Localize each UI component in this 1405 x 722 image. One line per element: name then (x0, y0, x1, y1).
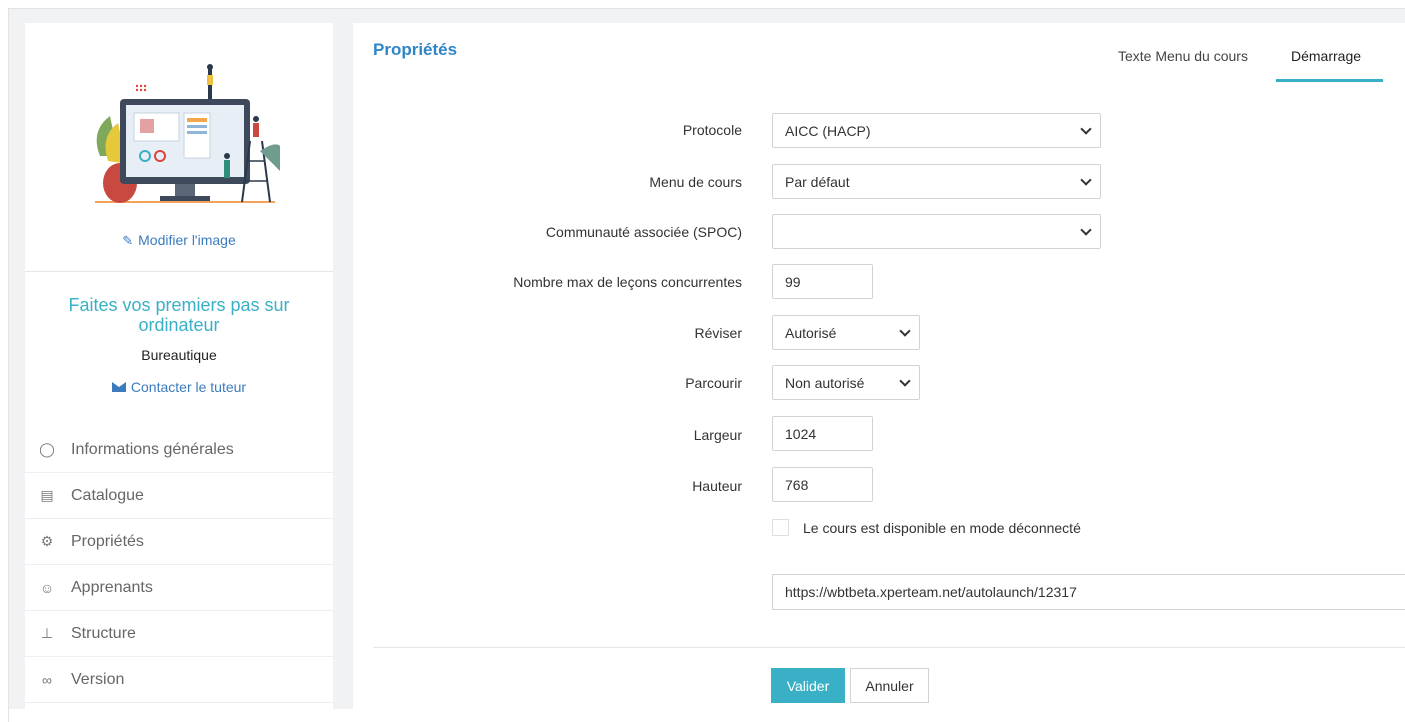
parcourir-label: Parcourir (685, 375, 742, 391)
sidebar-item-apprenants[interactable]: ☺ Apprenants (25, 565, 333, 611)
hauteur-input[interactable]: 768 (772, 467, 873, 502)
launch-url-field[interactable]: https://wbtbeta.xperteam.net/autolaunch/… (772, 574, 1405, 610)
form-separator (373, 647, 1405, 648)
reviser-value: Autorisé (785, 324, 837, 341)
top-band (9, 9, 1405, 23)
link-icon: ∞ (42, 671, 52, 688)
contact-tutor-link[interactable]: Contacter le tuteur (25, 379, 333, 395)
sidebar-item-version[interactable]: ∞ Version (25, 657, 333, 703)
sidebar-item-label: Version (71, 670, 125, 688)
cancel-button[interactable]: Annuler (850, 668, 929, 703)
modify-image-link[interactable]: ✎ Modifier l'image (25, 232, 333, 249)
parcourir-value: Non autorisé (785, 374, 865, 391)
properties-panel: Propriétés Texte Menu du cours Démarrage… (353, 23, 1405, 709)
pencil-icon: ✎ (122, 233, 134, 248)
menu-de-cours-label: Menu de cours (649, 174, 742, 190)
chevron-down-icon (899, 375, 911, 387)
sidebar-nav: ◯ Informations générales ▤ Catalogue ⚙ P… (25, 427, 333, 703)
course-sidebar: ✎ Modifier l'image Faites vos premiers pa… (25, 23, 333, 709)
communaute-label: Communauté associée (SPOC) (545, 224, 742, 240)
envelope-icon (111, 382, 126, 392)
chevron-down-icon (899, 325, 911, 337)
offline-mode-label: Le cours est disponible en mode déconnec… (803, 520, 1081, 536)
protocole-select[interactable]: AICC (HACP) (772, 113, 1101, 148)
sidebar-item-informations[interactable]: ◯ Informations générales (25, 427, 333, 473)
nombre-max-label: Nombre max de leçons concurrentes (513, 274, 742, 290)
sidebar-separator (25, 271, 333, 272)
largeur-input[interactable]: 1024 (772, 416, 873, 451)
modify-image-label: Modifier l'image (138, 232, 236, 248)
sidebar-item-label: Catalogue (71, 486, 144, 504)
gear-icon: ⚙ (40, 533, 54, 549)
sidebar-item-structure[interactable]: ⊥ Structure (25, 611, 333, 657)
communaute-select[interactable] (772, 214, 1101, 249)
chevron-down-icon (1080, 174, 1092, 186)
offline-mode-checkbox[interactable] (772, 519, 789, 536)
speech-bubble-icon: ◯ (39, 441, 55, 457)
protocole-value: AICC (HACP) (785, 122, 871, 139)
sidebar-item-proprietes[interactable]: ⚙ Propriétés (25, 519, 333, 565)
largeur-label: Largeur (693, 427, 742, 443)
chevron-down-icon (1080, 123, 1092, 135)
sidebar-item-label: Propriétés (71, 532, 144, 550)
sidebar-item-catalogue[interactable]: ▤ Catalogue (25, 473, 333, 519)
protocole-label: Protocole (682, 122, 742, 138)
menu-de-cours-value: Par défaut (785, 173, 850, 190)
sitemap-icon: ⊥ (40, 625, 54, 641)
sidebar-item-label: Informations générales (71, 440, 234, 458)
course-title: Faites vos premiers pas sur ordinateur (68, 295, 290, 335)
sidebar-item-label: Apprenants (71, 578, 153, 596)
menu-de-cours-select[interactable]: Par défaut (772, 164, 1101, 199)
users-icon: ☺ (39, 579, 55, 596)
active-tab-indicator (1276, 79, 1383, 82)
left-gutter (9, 9, 25, 709)
column-divider (333, 9, 353, 709)
submit-button[interactable]: Valider (771, 668, 845, 703)
reviser-label: Réviser (694, 325, 742, 341)
course-category: Bureautique (141, 347, 217, 363)
hauteur-label: Hauteur (692, 478, 742, 494)
tab-texte-menu-du-cours[interactable]: Texte Menu du cours (1118, 48, 1248, 64)
tab-demarrage[interactable]: Démarrage (1291, 48, 1361, 64)
chevron-down-icon (1080, 224, 1092, 236)
page-title: Propriétés (373, 40, 458, 59)
reviser-select[interactable]: Autorisé (772, 315, 920, 350)
book-icon: ▤ (40, 487, 54, 503)
sidebar-item-label: Structure (71, 624, 136, 642)
nombre-max-input[interactable]: 99 (772, 264, 873, 299)
contact-tutor-label: Contacter le tuteur (130, 379, 247, 395)
parcourir-select[interactable]: Non autorisé (772, 365, 920, 400)
course-illustration (95, 64, 280, 203)
